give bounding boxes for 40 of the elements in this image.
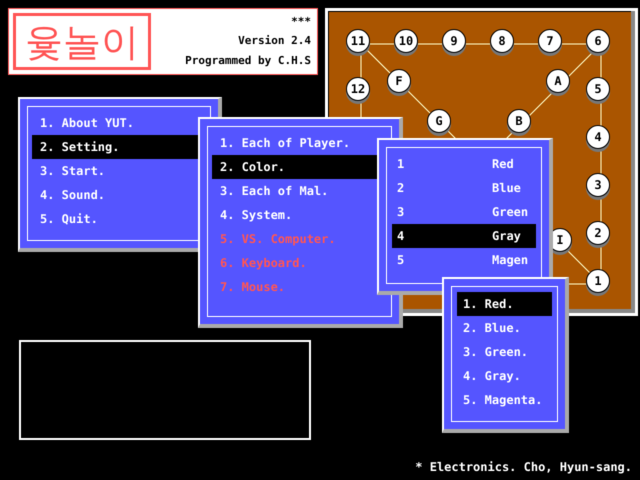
board-station: 1 [586, 269, 610, 293]
color-option[interactable]: 5 Magen [392, 248, 536, 272]
option-number: 2 [397, 180, 406, 197]
board-station: A [546, 69, 570, 93]
board-station: F [387, 69, 411, 93]
menu-item[interactable]: 1. Red. [457, 292, 552, 316]
menu-item[interactable]: 5. Magenta. [457, 388, 552, 412]
board-station: G [427, 109, 451, 133]
board-station: 6 [586, 29, 610, 53]
option-name: Gray [492, 228, 521, 245]
stars-mark: *** [291, 14, 311, 30]
board-station: 8 [490, 29, 514, 53]
footer-credit: * Electronics. Cho, Hyun-sang. [415, 459, 632, 476]
board-station: 2 [586, 221, 610, 245]
board-station: 11 [346, 29, 370, 53]
option-number: 4 [397, 228, 406, 245]
option-number: 5 [397, 252, 406, 269]
option-name: Red [492, 156, 514, 173]
option-name: Blue [492, 180, 521, 197]
board-station: 7 [538, 29, 562, 53]
board-station: B [507, 109, 531, 133]
menu-item[interactable]: 4. Gray. [457, 364, 552, 388]
option-number: 1 [397, 156, 406, 173]
menu-item[interactable]: 2. Blue. [457, 316, 552, 340]
board-station: 4 [586, 125, 610, 149]
option-name: Magen [492, 252, 528, 269]
game-logo: 윷놀이 [13, 13, 151, 70]
color-option[interactable]: 3 Green [392, 200, 536, 224]
board-station: 12 [346, 77, 370, 101]
board-station: 9 [442, 29, 466, 53]
board-station: 3 [586, 173, 610, 197]
color-option[interactable]: 2 Blue [392, 176, 536, 200]
color-option[interactable]: 4 Gray [392, 224, 536, 248]
version-text: Version 2.4 [238, 33, 311, 50]
board-station: 10 [394, 29, 418, 53]
option-number: 3 [397, 204, 406, 221]
board-station: 5 [586, 77, 610, 101]
option-name: Green [492, 204, 528, 221]
menu-item[interactable]: 3. Green. [457, 340, 552, 364]
credit-text: Programmed by C.H.S [185, 52, 311, 69]
